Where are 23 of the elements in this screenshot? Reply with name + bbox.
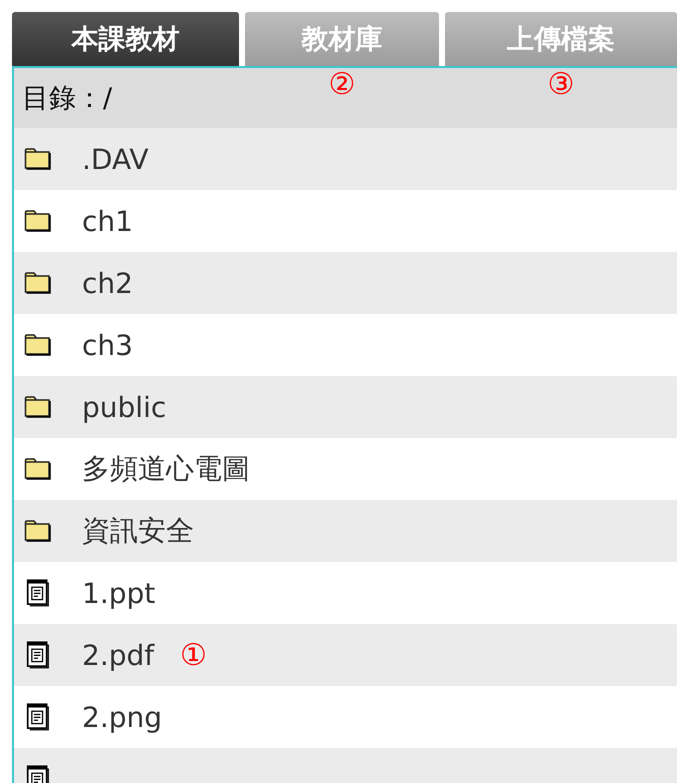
directory-path: 目錄：/ <box>22 82 112 116</box>
file-name: ch2 <box>82 266 133 300</box>
file-name: 資訊安全 <box>82 513 194 549</box>
file-row[interactable]: ch2 <box>14 252 677 314</box>
tab[interactable]: 本課教材 <box>12 12 240 66</box>
file-name: 1.ppt <box>82 576 156 610</box>
file-name: public <box>82 390 166 424</box>
file-name: 多頻道心電圖 <box>82 451 250 487</box>
document-icon <box>24 703 52 731</box>
file-row[interactable]: 資訊安全 <box>14 500 677 562</box>
file-row[interactable]: public <box>14 376 677 438</box>
file-row[interactable]: 2.pdf ① <box>14 624 677 686</box>
file-name: .DAV <box>82 142 148 176</box>
annotation-number: ② <box>328 66 356 102</box>
file-name: ch1 <box>82 204 133 238</box>
file-row[interactable]: .DAV <box>14 128 677 190</box>
file-name: 2.pdf <box>82 638 154 672</box>
document-icon <box>24 641 52 669</box>
annotation-number: ③ <box>547 66 574 102</box>
file-name: 2.png <box>82 700 162 734</box>
annotation-number: ① <box>180 637 208 673</box>
document-icon <box>24 579 52 607</box>
file-name: ch3 <box>82 328 133 362</box>
